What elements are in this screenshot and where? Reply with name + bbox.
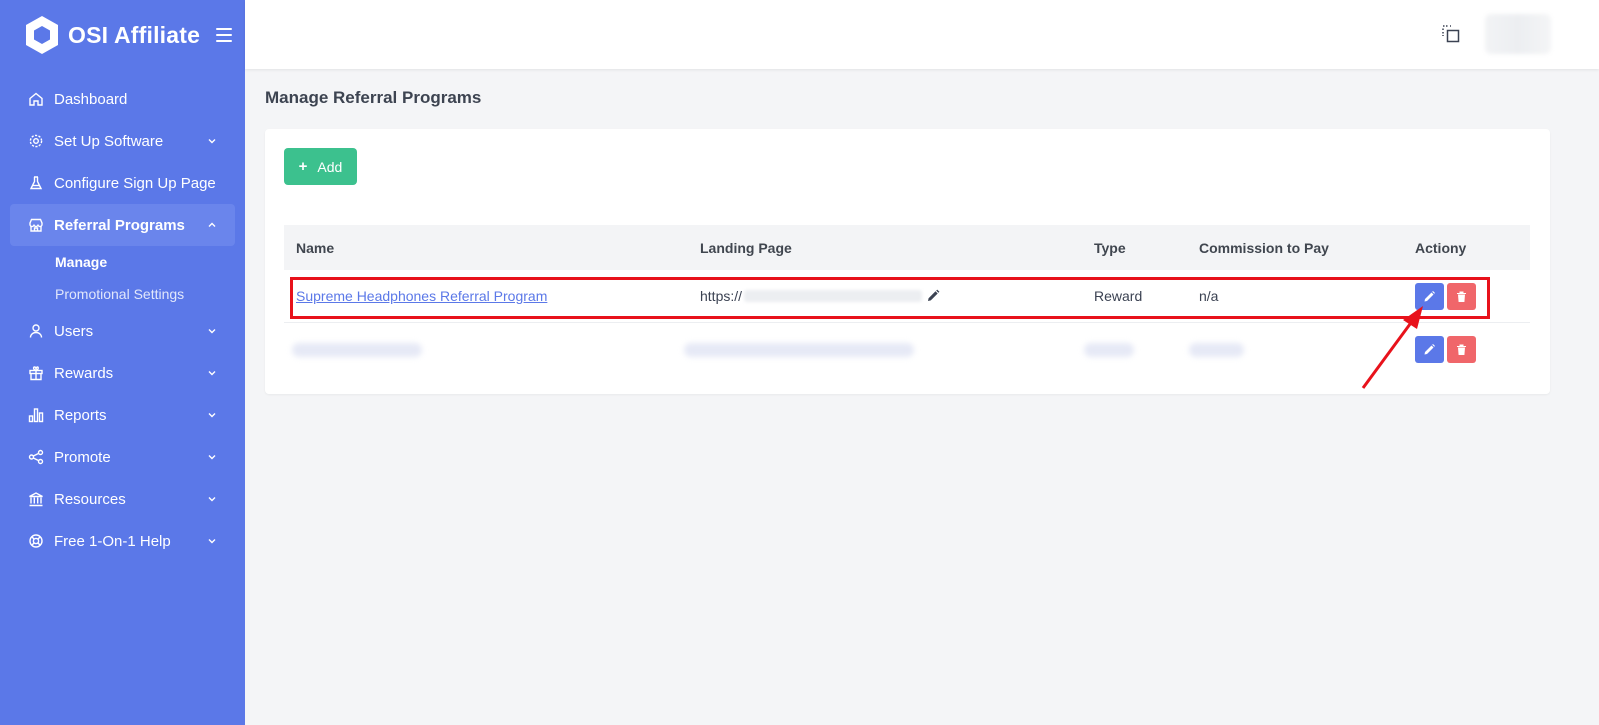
sidebar-subitem-promotional-settings[interactable]: Promotional Settings xyxy=(0,278,245,310)
chevron-down-icon xyxy=(207,494,217,504)
sidebar-item-configure-sign-up-page[interactable]: Configure Sign Up Page xyxy=(0,162,245,204)
sidebar-item-label: Resources xyxy=(54,490,126,508)
landing-page-url: https:// xyxy=(700,288,743,304)
column-header-actions: Actiony xyxy=(1415,239,1467,256)
redacted-commission xyxy=(1189,342,1244,357)
redacted-name xyxy=(292,342,422,357)
landing-page-cell: https:// xyxy=(700,288,940,304)
page-title: Manage Referral Programs xyxy=(265,88,482,107)
chevron-down-icon xyxy=(207,136,217,146)
gear-icon xyxy=(28,133,44,149)
sidebar-item-free-help[interactable]: Free 1-On-1 Help xyxy=(0,520,245,562)
chevron-down-icon xyxy=(207,536,217,546)
bar-chart-icon xyxy=(28,407,44,423)
menu-toggle-icon[interactable] xyxy=(216,28,233,42)
edit-url-pencil-icon[interactable] xyxy=(926,289,940,303)
bank-icon xyxy=(28,491,44,507)
column-header-landing-page: Landing Page xyxy=(700,239,792,256)
chevron-down-icon xyxy=(207,452,217,462)
sidebar-item-label: Reports xyxy=(54,406,107,424)
sidebar-item-label: Users xyxy=(54,322,94,340)
osi-logo-icon xyxy=(26,16,58,54)
commission-cell: n/a xyxy=(1199,288,1219,304)
chevron-up-icon xyxy=(207,220,217,230)
pencil-icon xyxy=(1424,344,1435,355)
flask-icon xyxy=(28,175,44,191)
brand-name: OSI Affiliate xyxy=(68,21,201,48)
sidebar: OSI Affiliate Dashboard Set Up Software … xyxy=(0,0,245,725)
chevron-down-icon xyxy=(207,368,217,378)
brand: OSI Affiliate xyxy=(0,0,245,70)
sidebar-item-label: Dashboard xyxy=(54,90,128,108)
sidebar-item-set-up-software[interactable]: Set Up Software xyxy=(0,120,245,162)
edit-button[interactable] xyxy=(1415,282,1444,310)
gift-icon xyxy=(28,365,44,381)
sidebar-item-label: Promote xyxy=(54,448,111,466)
sidebar-subitem-manage[interactable]: Manage xyxy=(0,246,245,278)
sidebar-item-label: Configure Sign Up Page xyxy=(54,174,216,192)
store-icon xyxy=(28,217,44,233)
sidebar-item-label: Free 1-On-1 Help xyxy=(54,532,171,550)
sidebar-item-promote[interactable]: Promote xyxy=(0,436,245,478)
sidebar-item-label: Rewards xyxy=(54,364,114,382)
programs-table: Name Landing Page Type Commission to Pay… xyxy=(284,225,1530,376)
trash-icon xyxy=(1457,291,1466,302)
delete-button[interactable] xyxy=(1447,282,1476,310)
sidebar-nav: Dashboard Set Up Software Configure Sign… xyxy=(0,78,245,562)
row-actions xyxy=(1415,282,1476,310)
column-header-commission: Commission to Pay xyxy=(1199,239,1329,256)
fullscreen-icon[interactable] xyxy=(1441,24,1461,44)
sidebar-item-users[interactable]: Users xyxy=(0,310,245,352)
redacted-type xyxy=(1084,342,1134,357)
redacted-landing-page xyxy=(684,342,914,357)
user-avatar[interactable] xyxy=(1485,14,1551,54)
user-icon xyxy=(28,323,44,339)
type-cell: Reward xyxy=(1094,288,1143,304)
home-icon xyxy=(28,91,44,107)
chevron-down-icon xyxy=(207,326,217,336)
topbar xyxy=(245,0,1599,69)
pencil-icon xyxy=(1424,290,1435,301)
programs-card: + Add Name Landing Page Type Commission … xyxy=(265,129,1550,394)
table-row: Supreme Headphones Referral Program http… xyxy=(284,270,1530,323)
lifebuoy-icon xyxy=(28,533,44,549)
plus-icon: + xyxy=(298,158,308,175)
sidebar-item-resources[interactable]: Resources xyxy=(0,478,245,520)
sidebar-item-rewards[interactable]: Rewards xyxy=(0,352,245,394)
add-button[interactable]: + Add xyxy=(284,148,357,185)
share-icon xyxy=(28,449,44,465)
table-header: Name Landing Page Type Commission to Pay… xyxy=(284,225,1530,270)
add-button-label: Add xyxy=(317,158,343,175)
sidebar-item-dashboard[interactable]: Dashboard xyxy=(0,78,245,120)
program-name-link[interactable]: Supreme Headphones Referral Program xyxy=(296,288,547,304)
table-row xyxy=(284,323,1530,376)
delete-button[interactable] xyxy=(1447,336,1476,363)
sidebar-item-referral-programs[interactable]: Referral Programs xyxy=(10,204,235,246)
sidebar-item-label: Referral Programs xyxy=(54,216,185,234)
sidebar-item-reports[interactable]: Reports xyxy=(0,394,245,436)
sidebar-item-label: Set Up Software xyxy=(54,132,164,150)
column-header-type: Type xyxy=(1094,239,1126,256)
trash-icon xyxy=(1457,344,1466,355)
redacted-url xyxy=(744,290,923,302)
edit-button[interactable] xyxy=(1415,336,1444,363)
column-header-name: Name xyxy=(296,239,335,256)
chevron-down-icon xyxy=(207,410,217,420)
row-actions xyxy=(1415,336,1476,363)
